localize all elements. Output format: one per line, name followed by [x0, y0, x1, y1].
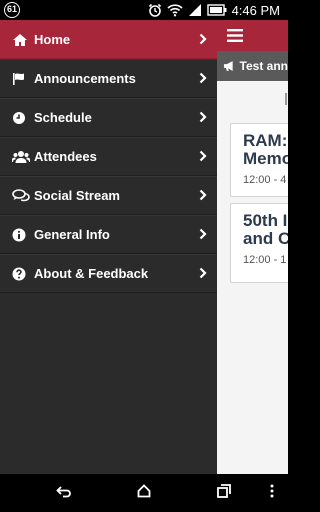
- drawer-item-announcements[interactable]: Announcements: [0, 59, 217, 98]
- help-icon: [0, 267, 34, 281]
- main-content: Test ann RAM: Memo 12:00 - 4 50th I and …: [217, 20, 288, 474]
- event-card[interactable]: RAM: Memo 12:00 - 4: [230, 123, 288, 197]
- drawer-item-schedule[interactable]: Schedule: [0, 98, 217, 137]
- notification-count-badge: 61: [4, 2, 20, 18]
- announcement-banner[interactable]: Test ann: [217, 51, 288, 81]
- header-text-fragment: [285, 93, 287, 105]
- section-header: [217, 81, 288, 114]
- drawer-item-label: General Info: [34, 227, 110, 242]
- announcement-text: Test ann: [239, 59, 288, 73]
- drawer-item-label: Schedule: [34, 110, 92, 125]
- app-toolbar: [217, 20, 288, 51]
- status-bar: 61 4:46 PM: [0, 0, 288, 20]
- event-title-line: Memo: [243, 149, 288, 168]
- status-icons: 4:46 PM: [148, 0, 280, 20]
- event-title-line: RAM:: [243, 131, 288, 150]
- chevron-right-icon: [199, 33, 207, 45]
- chevron-right-icon: [199, 267, 207, 279]
- event-card[interactable]: 50th I and C 12:00 - 1: [230, 203, 288, 283]
- status-time: 4:46 PM: [231, 2, 280, 18]
- group-icon: [0, 150, 34, 164]
- recent-apps-icon[interactable]: [217, 484, 231, 498]
- drawer-item-label: About & Feedback: [34, 266, 149, 281]
- wifi-icon: [167, 4, 183, 17]
- hamburger-menu-icon[interactable]: [227, 29, 243, 42]
- chat-icon: [0, 188, 34, 203]
- overflow-menu-icon[interactable]: [270, 484, 274, 498]
- drawer-item-attendees[interactable]: Attendees: [0, 137, 217, 176]
- event-title: RAM: Memo: [243, 132, 288, 168]
- signal-icon: [188, 4, 201, 16]
- megaphone-icon: [223, 61, 233, 71]
- alarm-icon: [148, 3, 161, 17]
- drawer-item-home[interactable]: Home: [0, 20, 217, 59]
- drawer-item-label: Announcements: [34, 71, 136, 86]
- chevron-right-icon: [199, 111, 207, 123]
- navigation-drawer: Home Announcements Schedule Attendees So…: [0, 20, 217, 474]
- event-title: 50th I and C: [243, 212, 288, 248]
- battery-icon: [206, 4, 227, 16]
- home-icon: [0, 33, 34, 47]
- event-title-line: and C: [243, 229, 288, 248]
- flag-icon: [0, 72, 34, 86]
- drawer-item-about-feedback[interactable]: About & Feedback: [0, 254, 217, 293]
- info-icon: [0, 228, 34, 242]
- drawer-item-label: Home: [34, 32, 71, 47]
- drawer-item-social-stream[interactable]: Social Stream: [0, 176, 217, 215]
- chevron-right-icon: [199, 189, 207, 201]
- drawer-item-label: Social Stream: [34, 188, 120, 203]
- system-nav-bar: [0, 474, 288, 512]
- drawer-item-label: Attendees: [34, 149, 97, 164]
- drawer-item-general-info[interactable]: General Info: [0, 215, 217, 254]
- event-time: 12:00 - 4: [243, 174, 287, 186]
- chevron-right-icon: [199, 228, 207, 240]
- event-time: 12:00 - 1: [243, 254, 287, 266]
- chevron-right-icon: [199, 72, 207, 84]
- home-button-icon[interactable]: [137, 484, 151, 498]
- chevron-right-icon: [199, 150, 207, 162]
- event-title-line: 50th I: [243, 211, 288, 230]
- clock-icon: [0, 111, 34, 125]
- back-icon[interactable]: [56, 484, 72, 498]
